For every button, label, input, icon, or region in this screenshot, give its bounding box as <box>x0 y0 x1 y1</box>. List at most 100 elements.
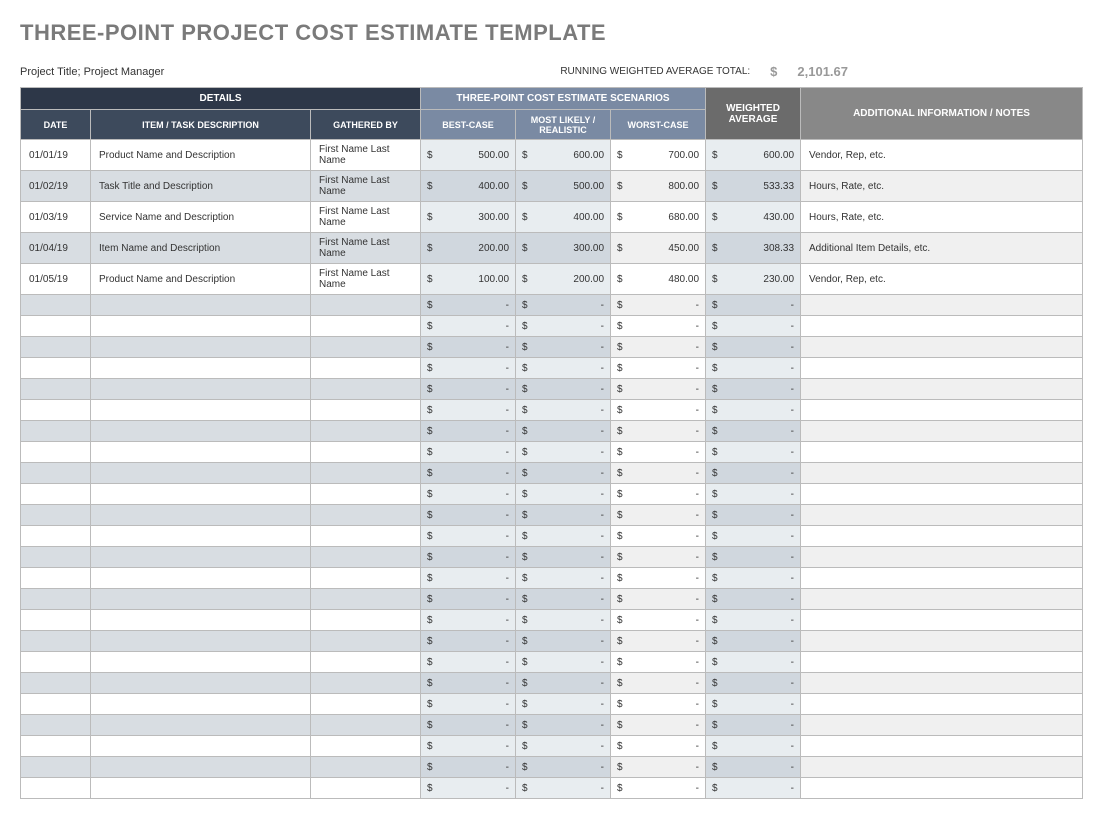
weighted-cell[interactable]: $- <box>706 505 801 526</box>
weighted-cell[interactable]: $- <box>706 295 801 316</box>
likely-cell[interactable]: $- <box>516 631 611 652</box>
best-cell[interactable]: $- <box>421 547 516 568</box>
gathered-cell[interactable] <box>311 358 421 379</box>
likely-cell[interactable]: $- <box>516 484 611 505</box>
weighted-cell[interactable]: $- <box>706 421 801 442</box>
weighted-cell[interactable]: $- <box>706 652 801 673</box>
date-cell[interactable] <box>21 358 91 379</box>
weighted-cell[interactable]: $- <box>706 526 801 547</box>
best-cell[interactable]: $- <box>421 421 516 442</box>
notes-cell[interactable] <box>801 505 1083 526</box>
worst-cell[interactable]: $- <box>611 547 706 568</box>
weighted-cell[interactable]: $533.33 <box>706 171 801 202</box>
worst-cell[interactable]: $- <box>611 526 706 547</box>
worst-cell[interactable]: $- <box>611 568 706 589</box>
likely-cell[interactable]: $- <box>516 589 611 610</box>
weighted-cell[interactable]: $- <box>706 400 801 421</box>
likely-cell[interactable]: $- <box>516 442 611 463</box>
weighted-cell[interactable]: $- <box>706 568 801 589</box>
date-cell[interactable] <box>21 715 91 736</box>
worst-cell[interactable]: $- <box>611 652 706 673</box>
date-cell[interactable] <box>21 400 91 421</box>
likely-cell[interactable]: $- <box>516 316 611 337</box>
item-cell[interactable]: Task Title and Description <box>91 171 311 202</box>
best-cell[interactable]: $- <box>421 358 516 379</box>
worst-cell[interactable]: $- <box>611 337 706 358</box>
likely-cell[interactable]: $- <box>516 337 611 358</box>
item-cell[interactable] <box>91 631 311 652</box>
date-cell[interactable]: 01/01/19 <box>21 140 91 171</box>
item-cell[interactable] <box>91 526 311 547</box>
worst-cell[interactable]: $- <box>611 715 706 736</box>
likely-cell[interactable]: $- <box>516 778 611 799</box>
item-cell[interactable] <box>91 484 311 505</box>
likely-cell[interactable]: $- <box>516 421 611 442</box>
worst-cell[interactable]: $- <box>611 778 706 799</box>
item-cell[interactable] <box>91 463 311 484</box>
date-cell[interactable] <box>21 547 91 568</box>
weighted-cell[interactable]: $600.00 <box>706 140 801 171</box>
notes-cell[interactable] <box>801 421 1083 442</box>
notes-cell[interactable] <box>801 736 1083 757</box>
likely-cell[interactable]: $- <box>516 652 611 673</box>
item-cell[interactable]: Item Name and Description <box>91 233 311 264</box>
worst-cell[interactable]: $- <box>611 379 706 400</box>
date-cell[interactable] <box>21 757 91 778</box>
worst-cell[interactable]: $- <box>611 505 706 526</box>
weighted-cell[interactable]: $- <box>706 610 801 631</box>
likely-cell[interactable]: $- <box>516 610 611 631</box>
best-cell[interactable]: $- <box>421 295 516 316</box>
item-cell[interactable] <box>91 673 311 694</box>
date-cell[interactable]: 01/04/19 <box>21 233 91 264</box>
date-cell[interactable] <box>21 505 91 526</box>
item-cell[interactable]: Product Name and Description <box>91 264 311 295</box>
likely-cell[interactable]: $- <box>516 673 611 694</box>
notes-cell[interactable] <box>801 379 1083 400</box>
worst-cell[interactable]: $- <box>611 421 706 442</box>
gathered-cell[interactable] <box>311 778 421 799</box>
gathered-cell[interactable]: First Name Last Name <box>311 264 421 295</box>
gathered-cell[interactable] <box>311 694 421 715</box>
date-cell[interactable] <box>21 295 91 316</box>
notes-cell[interactable] <box>801 526 1083 547</box>
likely-cell[interactable]: $- <box>516 526 611 547</box>
date-cell[interactable] <box>21 421 91 442</box>
worst-cell[interactable]: $- <box>611 400 706 421</box>
likely-cell[interactable]: $400.00 <box>516 202 611 233</box>
weighted-cell[interactable]: $- <box>706 547 801 568</box>
notes-cell[interactable] <box>801 589 1083 610</box>
best-cell[interactable]: $- <box>421 316 516 337</box>
date-cell[interactable]: 01/03/19 <box>21 202 91 233</box>
notes-cell[interactable]: Hours, Rate, etc. <box>801 171 1083 202</box>
notes-cell[interactable] <box>801 673 1083 694</box>
likely-cell[interactable]: $600.00 <box>516 140 611 171</box>
best-cell[interactable]: $- <box>421 484 516 505</box>
likely-cell[interactable]: $- <box>516 715 611 736</box>
likely-cell[interactable]: $- <box>516 568 611 589</box>
likely-cell[interactable]: $- <box>516 736 611 757</box>
worst-cell[interactable]: $- <box>611 316 706 337</box>
weighted-cell[interactable]: $430.00 <box>706 202 801 233</box>
date-cell[interactable] <box>21 568 91 589</box>
gathered-cell[interactable] <box>311 379 421 400</box>
likely-cell[interactable]: $- <box>516 547 611 568</box>
gathered-cell[interactable] <box>311 715 421 736</box>
worst-cell[interactable]: $480.00 <box>611 264 706 295</box>
best-cell[interactable]: $200.00 <box>421 233 516 264</box>
notes-cell[interactable]: Hours, Rate, etc. <box>801 202 1083 233</box>
worst-cell[interactable]: $- <box>611 463 706 484</box>
gathered-cell[interactable] <box>311 526 421 547</box>
gathered-cell[interactable] <box>311 400 421 421</box>
likely-cell[interactable]: $- <box>516 379 611 400</box>
date-cell[interactable] <box>21 526 91 547</box>
best-cell[interactable]: $- <box>421 757 516 778</box>
item-cell[interactable] <box>91 547 311 568</box>
worst-cell[interactable]: $- <box>611 484 706 505</box>
gathered-cell[interactable] <box>311 484 421 505</box>
best-cell[interactable]: $- <box>421 652 516 673</box>
date-cell[interactable] <box>21 442 91 463</box>
worst-cell[interactable]: $450.00 <box>611 233 706 264</box>
best-cell[interactable]: $- <box>421 526 516 547</box>
worst-cell[interactable]: $- <box>611 295 706 316</box>
likely-cell[interactable]: $- <box>516 400 611 421</box>
